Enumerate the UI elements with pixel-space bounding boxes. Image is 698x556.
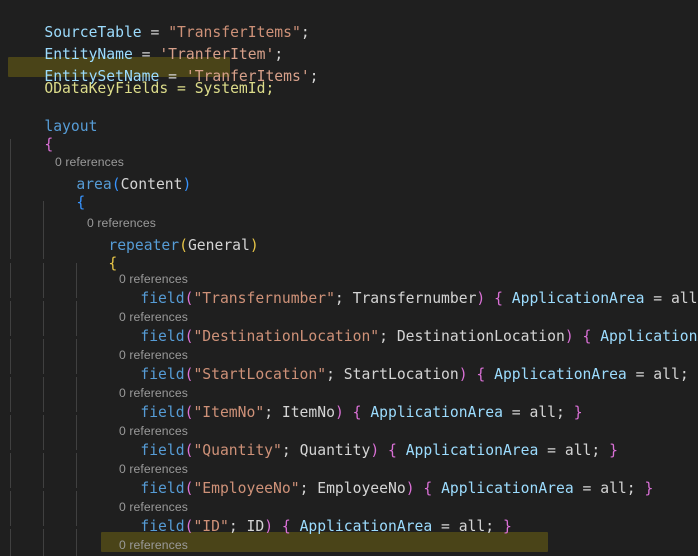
- code-line-repeater-open-brace[interactable]: {: [73, 231, 698, 272]
- indent-guide-level-2: [43, 529, 44, 556]
- code-line-area-open-brace[interactable]: {: [41, 170, 698, 211]
- code-line-odatakeyfields[interactable]: ODataKeyFields = SystemId;: [9, 56, 698, 97]
- indent-guide-level-3: [76, 339, 77, 374]
- indent-guide-level-3: [76, 377, 77, 412]
- code-line-field-destinationlocation[interactable]: field("DestinationLocation"; Destination…: [105, 304, 698, 345]
- code-line-field-employeeno[interactable]: field("EmployeeNo"; EmployeeNo) { Applic…: [105, 456, 698, 497]
- indent-guide-level-2: [43, 415, 44, 450]
- code-line-field-itemno[interactable]: field("ItemNo"; ItemNo) { ApplicationAre…: [105, 380, 698, 421]
- indent-guide-level-3: [76, 491, 77, 526]
- indent-guide-level-1: [10, 491, 11, 526]
- indent-guide-level-2: [43, 491, 44, 526]
- indent-guide-level-1: [10, 453, 11, 488]
- indent-guide-level-2: [43, 301, 44, 336]
- indent-guide-level-2: [43, 339, 44, 374]
- code-line-layout-open-brace[interactable]: {: [9, 112, 698, 153]
- code-editor-viewport[interactable]: SourceTable = "TransferItems"; EntityNam…: [0, 0, 698, 556]
- indent-guide-level-3: [76, 301, 77, 336]
- indent-guide-level-2: [43, 263, 44, 298]
- indent-guide-level-1: [10, 529, 11, 556]
- code-line-field-systemid[interactable]: field("SystemID"; SystemId) { Applicatio…: [105, 532, 698, 554]
- indent-guide-level-3: [76, 529, 77, 556]
- code-line-field-transfernumber[interactable]: field("Transfernumber"; Transfernumber) …: [105, 266, 698, 307]
- indent-guide-level-2: [43, 453, 44, 488]
- indent-guide-level-1: [10, 339, 11, 374]
- code-line-field-startlocation[interactable]: field("StartLocation"; StartLocation) { …: [105, 342, 698, 383]
- code-line-field-id[interactable]: field("ID"; ID) { ApplicationArea = all;…: [105, 494, 698, 535]
- code-line-sourcetable[interactable]: SourceTable = "TransferItems";: [9, 0, 698, 41]
- indent-guide-level-1: [10, 377, 11, 412]
- code-line-entityname[interactable]: EntityName = 'TranferItem';: [9, 22, 698, 63]
- indent-guide-level-1: [10, 263, 11, 298]
- indent-guide-level-1: [10, 415, 11, 450]
- indent-guide-level-2: [43, 377, 44, 412]
- indent-guide-level-3: [76, 415, 77, 450]
- indent-guide-level-1: [10, 301, 11, 336]
- indent-guide-level-3: [76, 453, 77, 488]
- code-line-field-quantity[interactable]: field("Quantity"; Quantity) { Applicatio…: [105, 418, 698, 459]
